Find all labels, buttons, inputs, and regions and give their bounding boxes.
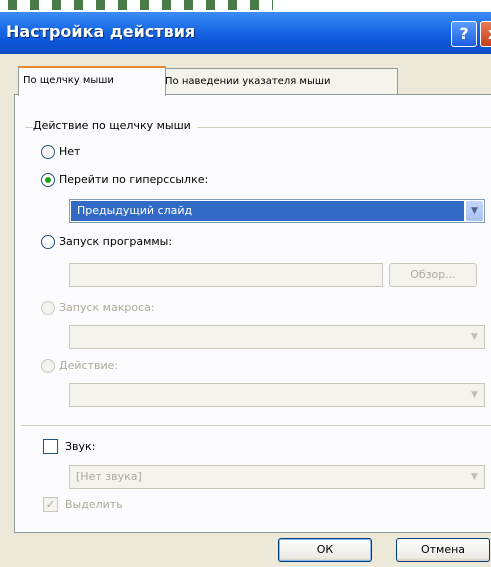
radio-hyperlink-label: Перейти по гиперссылке: <box>59 173 209 186</box>
action-settings-dialog: Настройка действия ? x По щелчку мыши По… <box>0 12 491 567</box>
highlight-label: Выделить <box>65 498 123 511</box>
ok-button[interactable]: ОК <box>278 538 372 562</box>
radio-action[interactable] <box>41 359 55 373</box>
macro-select[interactable]: ▼ <box>69 325 485 349</box>
tab-mouse-click[interactable]: По щелчку мыши <box>18 66 166 96</box>
radio-hyperlink[interactable] <box>41 173 55 187</box>
close-icon[interactable]: x <box>480 21 491 47</box>
radio-none-label: Нет <box>59 145 81 158</box>
radio-none[interactable] <box>41 145 55 159</box>
sound-label: Звук: <box>65 440 96 453</box>
chevron-down-icon[interactable]: ▼ <box>466 385 483 405</box>
help-icon[interactable]: ? <box>451 21 477 47</box>
section-divider <box>21 425 491 426</box>
chevron-down-icon[interactable]: ▼ <box>466 327 483 347</box>
sound-select-value: [Нет звука] <box>76 470 142 483</box>
hyperlink-select-value: Предыдущий слайд <box>71 201 464 221</box>
program-path-input[interactable] <box>69 263 383 287</box>
radio-run-program[interactable] <box>41 235 55 249</box>
radio-run-macro[interactable] <box>41 301 55 315</box>
tab-panel: Действие по щелчку мыши Нет Перейти по г… <box>14 94 491 533</box>
tab-mouse-over[interactable]: По наведении указателя мыши <box>160 68 398 95</box>
chevron-down-icon[interactable]: ▼ <box>466 201 483 221</box>
hyperlink-select[interactable]: Предыдущий слайд ▼ <box>69 199 485 223</box>
radio-run-macro-label: Запуск макроса: <box>59 301 155 314</box>
sound-checkbox[interactable] <box>43 439 58 454</box>
cancel-button[interactable]: Отмена <box>396 538 490 562</box>
title-bar[interactable]: Настройка действия ? x <box>0 12 491 54</box>
group-label: Действие по щелчку мыши <box>33 119 197 132</box>
sound-select[interactable]: [Нет звука] ▼ <box>69 465 485 489</box>
highlight-checkbox[interactable]: ✓ <box>43 497 58 512</box>
dialog-title: Настройка действия <box>6 22 196 41</box>
chevron-down-icon[interactable]: ▼ <box>466 467 483 487</box>
radio-run-program-label: Запуск программы: <box>59 235 173 248</box>
top-edge-decoration <box>8 0 273 10</box>
action-select[interactable]: ▼ <box>69 383 485 407</box>
radio-action-label: Действие: <box>59 359 119 372</box>
browse-button[interactable]: Обзор... <box>389 263 477 287</box>
